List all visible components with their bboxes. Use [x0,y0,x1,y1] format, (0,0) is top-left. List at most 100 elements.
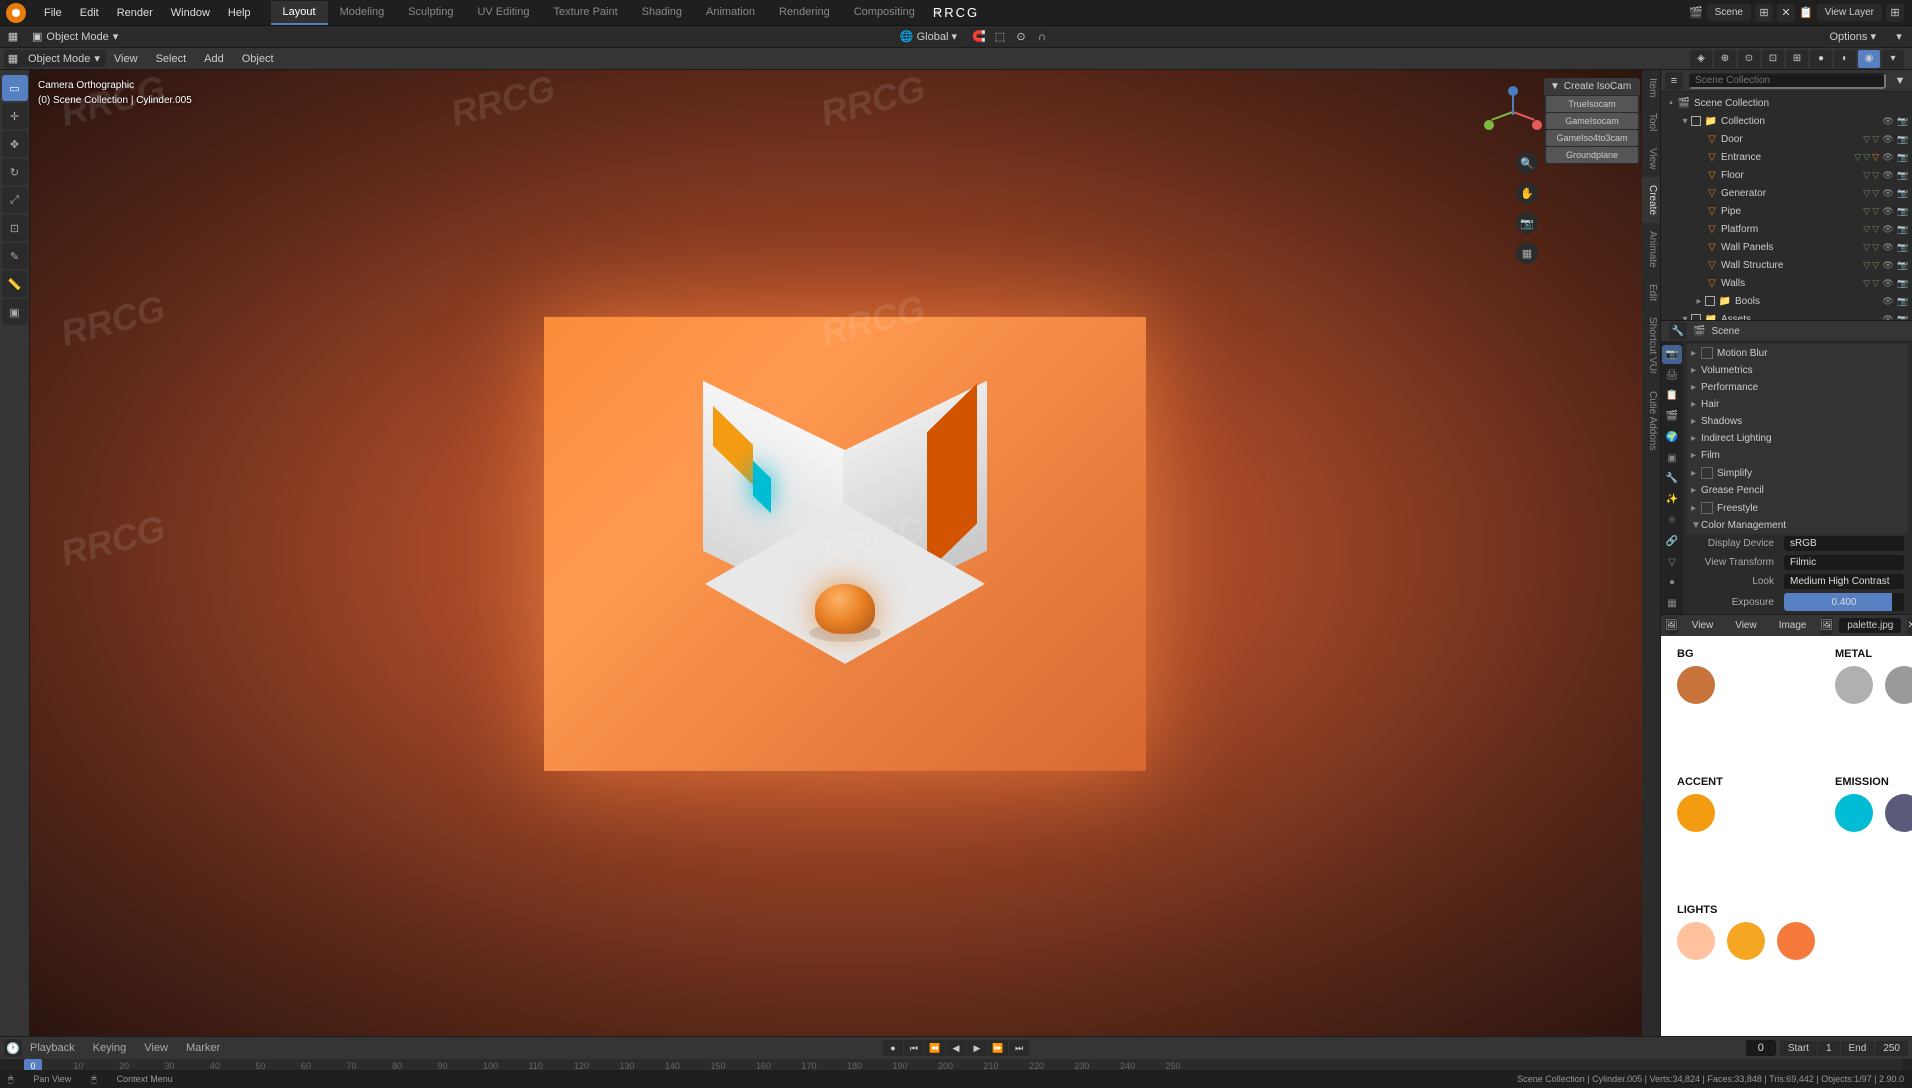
tool-cursor[interactable]: ✛ [2,103,28,129]
editor-type-3d[interactable]: ▦ [4,50,22,68]
render-toggle[interactable]: 📷 [1896,312,1910,320]
tab-layout[interactable]: Layout [271,1,328,25]
next-key-button[interactable]: ⏩ [988,1040,1008,1056]
ortho-button[interactable]: ▦ [1516,242,1538,264]
tab-tool[interactable]: Tool [1642,105,1660,139]
img-image[interactable]: Image [1771,617,1815,634]
jump-start-button[interactable]: ⏮ [904,1040,924,1056]
panel-freestyle[interactable]: ▸Freestyle [1687,499,1908,517]
panel-grease-pencil[interactable]: ▸Grease Pencil [1687,482,1908,499]
tab-uv[interactable]: UV Editing [465,1,541,25]
tab-texture[interactable]: ▦ [1662,594,1682,613]
tool-transform[interactable]: ⊡ [2,215,28,241]
menu-window[interactable]: Window [163,3,218,23]
menu-render[interactable]: Render [109,3,161,23]
img-view1[interactable]: View [1684,617,1722,634]
tool-scale[interactable]: ⤢ [2,187,28,213]
current-frame-field[interactable]: 0 [1746,1040,1776,1056]
outliner-root[interactable]: ▪ 🎬 Scene Collection [1661,94,1912,112]
axis-x-ball[interactable] [1532,120,1542,130]
orientation-dropdown[interactable]: 🌐 Global ▾ [892,28,965,45]
tab-view[interactable]: View [1642,140,1660,178]
img-browse[interactable]: 🖼 [1821,617,1834,635]
proportional-edit[interactable]: ⊙ [1011,28,1031,46]
obj-mode[interactable]: Object Mode▾ [22,50,106,67]
tab-particles[interactable]: ✨ [1662,490,1682,509]
start-field[interactable]: 1 [1818,1041,1840,1056]
tab-create[interactable]: Create [1642,177,1660,223]
overlay-toggle[interactable]: ⊙ [1738,50,1760,68]
outliner-row-walls[interactable]: ▽Walls▽▽👁📷 [1661,274,1912,292]
tl-keying[interactable]: Keying [85,1039,135,1057]
look-dropdown[interactable]: Medium High Contrast [1784,574,1904,589]
menu-file[interactable]: File [36,3,70,23]
visibility-toggle[interactable]: 👁 [1881,240,1895,254]
isocam-4to3-button[interactable]: GameIso4to3cam [1546,130,1638,146]
end-field[interactable]: 250 [1875,1041,1908,1056]
tab-shading[interactable]: Shading [630,1,694,25]
visibility-toggle[interactable]: 👁 [1881,168,1895,182]
tool-annotate[interactable]: ✎ [2,243,28,269]
shade-rendered[interactable]: ◉ [1858,50,1880,68]
outliner-row-bools[interactable]: ▸📁Bools👁📷 [1661,292,1912,310]
render-toggle[interactable]: 📷 [1896,114,1910,128]
tab-modeling[interactable]: Modeling [328,1,397,25]
view-transform-dropdown[interactable]: Filmic [1784,555,1904,570]
camera-button[interactable]: 📷 [1516,212,1538,234]
tab-cutie[interactable]: Cutie Addons [1642,383,1660,459]
outliner-row-wall-structure[interactable]: ▽Wall Structure▽▽👁📷 [1661,256,1912,274]
vp-object[interactable]: Object [234,50,282,68]
options-dropdown[interactable]: Options ▾ [1820,28,1887,45]
render-toggle[interactable]: 📷 [1896,240,1910,254]
visibility-toggle[interactable]: 👁 [1881,294,1895,308]
tool-select-box[interactable]: ▭ [2,75,28,101]
axis-y-ball[interactable] [1484,120,1494,130]
visibility-toggle[interactable]: 👁 [1881,222,1895,236]
panel-checkbox[interactable] [1701,347,1713,359]
selectability[interactable]: ◈ [1690,50,1712,68]
outliner-row-generator[interactable]: ▽Generator▽▽👁📷 [1661,184,1912,202]
outliner-row-wall-panels[interactable]: ▽Wall Panels▽▽👁📷 [1661,238,1912,256]
image-name-field[interactable]: palette.jpg [1839,618,1901,633]
isocam-ground-button[interactable]: Groundplane [1546,147,1638,163]
tab-sculpting[interactable]: Sculpting [396,1,465,25]
tab-modifiers[interactable]: 🔧 [1662,470,1682,489]
pan-button[interactable]: ✋ [1516,182,1538,204]
palette-image[interactable]: BG METAL ACCENT EMISSION [1661,636,1912,1036]
tab-animate[interactable]: Animate [1642,223,1660,276]
outliner-row-floor[interactable]: ▽Floor▽▽👁📷 [1661,166,1912,184]
render-toggle[interactable]: 📷 [1896,150,1910,164]
header-more[interactable]: ▾ [1890,28,1908,46]
panel-indirect-lighting[interactable]: ▸Indirect Lighting [1687,430,1908,447]
shade-matprev[interactable]: ◐ [1834,50,1856,68]
outliner-row-collection[interactable]: ▾📁Collection👁📷 [1661,112,1912,130]
visibility-toggle[interactable]: 👁 [1881,258,1895,272]
visibility-toggle[interactable]: 👁 [1881,276,1895,290]
axis-z-ball[interactable] [1508,86,1518,96]
mode-dropdown[interactable]: ▣ Object Mode ▾ [26,28,124,45]
visibility-toggle[interactable]: 👁 [1881,312,1895,320]
collection-checkbox[interactable] [1705,296,1715,306]
display-device-dropdown[interactable]: sRGB [1784,536,1904,551]
tl-marker[interactable]: Marker [178,1039,228,1057]
layer-dropdown[interactable]: View Layer [1817,4,1882,21]
visibility-toggle[interactable]: 👁 [1881,204,1895,218]
visibility-toggle[interactable]: 👁 [1881,150,1895,164]
color-mgmt-header[interactable]: ▼Color Management [1687,517,1908,534]
play-rev-button[interactable]: ◀ [946,1040,966,1056]
panel-motion-blur[interactable]: ▸Motion Blur [1687,344,1908,362]
play-button[interactable]: ▶ [967,1040,987,1056]
outliner-tree[interactable]: ▪ 🎬 Scene Collection ▾📁Collection👁📷 ▽Doo… [1661,92,1912,320]
prop-falloff[interactable]: ∩ [1032,28,1052,46]
isocam-game-button[interactable]: GameIsocam [1546,113,1638,129]
xray-toggle[interactable]: ⊡ [1762,50,1784,68]
tab-edit[interactable]: Edit [1642,276,1660,309]
outliner-filter[interactable]: ▼ [1892,73,1908,89]
visibility-toggle[interactable]: 👁 [1881,186,1895,200]
menu-help[interactable]: Help [220,3,259,23]
panel-film[interactable]: ▸Film [1687,447,1908,464]
3d-viewport[interactable]: Camera Orthographic (0) Scene Collection… [30,70,1660,1036]
shade-solid[interactable]: ● [1810,50,1832,68]
isocam-true-button[interactable]: TrueIsocam [1546,96,1638,112]
render-toggle[interactable]: 📷 [1896,168,1910,182]
